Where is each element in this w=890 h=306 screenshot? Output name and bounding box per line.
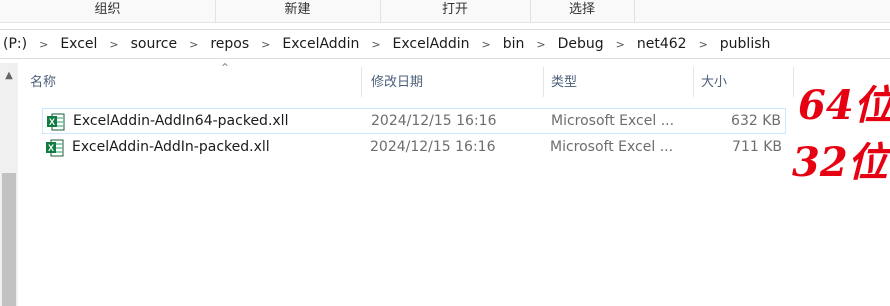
file-name: ExcelAddin-AddIn64-packed.xll xyxy=(73,113,289,129)
column-divider[interactable] xyxy=(361,67,362,97)
chevron-right-icon[interactable]: > xyxy=(30,38,57,51)
vertical-scrollbar[interactable]: ▲ xyxy=(0,63,18,306)
file-row-selected[interactable]: X ExcelAddin-AddIn64-packed.xll 2024/12/… xyxy=(42,108,786,134)
breadcrumb-segment[interactable]: Excel xyxy=(57,36,100,52)
chevron-right-icon[interactable]: > xyxy=(180,38,207,51)
file-size: 711 KB xyxy=(732,139,782,155)
breadcrumb-segment[interactable]: publish xyxy=(717,36,774,52)
address-bar[interactable]: (P:) > Excel > source > repos > ExcelAdd… xyxy=(0,29,890,59)
svg-text:X: X xyxy=(48,143,54,153)
ribbon-group-strip: 组织 新建 打开 选择 xyxy=(0,0,890,23)
column-divider[interactable] xyxy=(793,67,794,97)
chevron-right-icon[interactable]: > xyxy=(527,38,554,51)
breadcrumb-segment[interactable]: ExcelAddin xyxy=(390,36,473,52)
annotation-64bit: 64位 xyxy=(798,82,890,129)
excel-xll-icon: X xyxy=(47,113,65,131)
column-header-name[interactable]: 名称 xyxy=(30,63,360,99)
breadcrumb-segment[interactable]: bin xyxy=(500,36,528,52)
chevron-right-icon[interactable]: > xyxy=(607,38,634,51)
column-header-date[interactable]: 修改日期 xyxy=(371,63,541,99)
svg-text:X: X xyxy=(49,117,55,127)
chevron-right-icon[interactable]: > xyxy=(252,38,279,51)
column-header-type[interactable]: 类型 xyxy=(551,63,691,99)
breadcrumb-segment[interactable]: Debug xyxy=(555,36,607,52)
file-date: 2024/12/15 16:16 xyxy=(370,139,496,155)
chevron-right-icon[interactable]: > xyxy=(362,38,389,51)
chevron-right-icon[interactable]: > xyxy=(473,38,500,51)
breadcrumb-segment[interactable]: source xyxy=(128,36,181,52)
breadcrumb-segment[interactable]: net462 xyxy=(634,36,690,52)
column-header-size[interactable]: 大小 xyxy=(701,63,791,99)
chevron-right-icon[interactable]: > xyxy=(100,38,127,51)
file-name: ExcelAddin-AddIn-packed.xll xyxy=(72,139,270,155)
ribbon-group-open[interactable]: 打开 xyxy=(380,0,531,22)
file-type: Microsoft Excel ... xyxy=(550,139,674,155)
column-divider[interactable] xyxy=(693,67,694,97)
chevron-right-icon[interactable]: > xyxy=(690,38,717,51)
file-date: 2024/12/15 16:16 xyxy=(371,113,497,129)
ribbon-group-select[interactable]: 选择 xyxy=(530,0,635,22)
annotation-32bit: 32位 xyxy=(792,139,888,186)
breadcrumb-segment[interactable]: ExcelAddin xyxy=(279,36,362,52)
breadcrumb-segment[interactable]: repos xyxy=(207,36,252,52)
excel-xll-icon: X xyxy=(46,139,64,157)
breadcrumb-drive[interactable]: (P:) xyxy=(0,36,30,52)
scroll-up-icon[interactable]: ▲ xyxy=(0,69,18,83)
file-type: Microsoft Excel ... xyxy=(551,113,675,129)
column-header-row: ⌃ 名称 修改日期 类型 大小 xyxy=(30,61,800,99)
ribbon-group-new[interactable]: 新建 xyxy=(215,0,381,22)
ribbon-group-organize[interactable]: 组织 xyxy=(0,0,216,22)
file-size: 632 KB xyxy=(731,113,781,129)
file-row[interactable]: X ExcelAddin-AddIn-packed.xll 2024/12/15… xyxy=(42,135,786,161)
scrollbar-thumb[interactable] xyxy=(2,173,16,306)
column-divider[interactable] xyxy=(543,67,544,97)
